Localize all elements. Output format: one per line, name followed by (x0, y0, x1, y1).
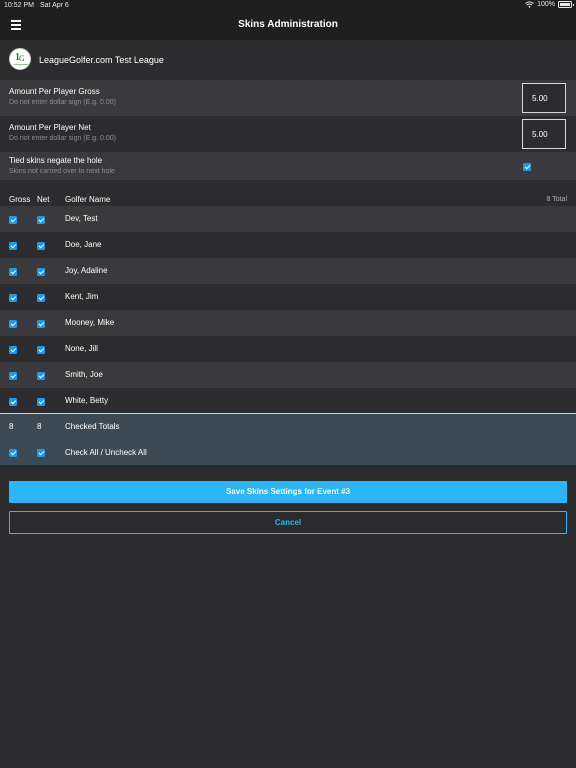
net-checkbox[interactable] (37, 268, 45, 276)
golfer-name: Joy, Adaline (65, 266, 108, 275)
table-row: Smith, Joe (0, 362, 576, 388)
net-checkbox[interactable] (37, 372, 45, 380)
gross-checkbox[interactable] (9, 294, 17, 302)
golfer-name: Dev, Test (65, 214, 98, 223)
tied-skins-hint: Skins not carried over to next hole (9, 168, 115, 175)
golfer-name-column-header: Golfer Name (65, 195, 111, 204)
net-amount-label: Amount Per Player Net (9, 123, 91, 132)
gross-checkbox[interactable] (9, 320, 17, 328)
golfer-name: Smith, Joe (65, 370, 103, 379)
gross-checkbox[interactable] (9, 346, 17, 354)
status-time: 10:52 PM (4, 2, 34, 9)
cancel-button[interactable]: Cancel (9, 511, 567, 534)
net-amount-hint: Do not enter dollar sign (E.g. 0.00) (9, 135, 117, 142)
table-row: Kent, Jim (0, 284, 576, 310)
net-checkbox[interactable] (37, 216, 45, 224)
battery-icon (558, 1, 574, 8)
gross-checked-count: 8 (9, 422, 14, 431)
table-row: Dev, Test (0, 206, 576, 232)
gross-checkbox[interactable] (9, 268, 17, 276)
net-amount-setting: Amount Per Player Net Do not enter dolla… (0, 116, 576, 152)
tied-skins-label: Tied skins negate the hole (9, 156, 103, 165)
golfer-name: None, Jill (65, 344, 98, 353)
net-checkbox[interactable] (37, 320, 45, 328)
status-right: 100% (525, 1, 574, 8)
table-row: White, Betty (0, 388, 576, 414)
wifi-icon (525, 1, 534, 8)
checked-totals-label: Checked Totals (65, 422, 120, 431)
golfer-name: Kent, Jim (65, 292, 99, 301)
table-row: Mooney, Mike (0, 310, 576, 336)
check-all-gross-checkbox[interactable] (9, 449, 17, 457)
table-row: Doe, Jane (0, 232, 576, 258)
league-name: LeagueGolfer.com Test League (39, 55, 164, 65)
net-column-header: Net (37, 195, 50, 204)
gross-column-header: Gross (9, 195, 31, 204)
gross-checkbox[interactable] (9, 242, 17, 250)
save-skins-settings-button[interactable]: Save Skins Settings for Event #3 (9, 481, 567, 503)
golfer-name: Mooney, Mike (65, 318, 115, 327)
net-checkbox[interactable] (37, 242, 45, 250)
status-bar: 10:52 PM Sat Apr 6 100% (0, 0, 576, 12)
battery-percent: 100% (537, 1, 555, 8)
gross-amount-label: Amount Per Player Gross (9, 87, 100, 96)
golfer-name: White, Betty (65, 396, 109, 405)
gross-amount-setting: Amount Per Player Gross Do not enter dol… (0, 80, 576, 116)
table-row: None, Jill (0, 336, 576, 362)
total-count: 8 Total (546, 196, 568, 203)
league-logo: 1G (9, 48, 31, 70)
table-row: Joy, Adaline (0, 258, 576, 284)
gross-checkbox[interactable] (9, 398, 17, 406)
net-checked-count: 8 (37, 422, 42, 431)
net-amount-input[interactable] (522, 119, 566, 149)
golfer-name: Doe, Jane (65, 240, 102, 249)
totals-section: 8 8 Checked Totals Check All / Uncheck A… (0, 413, 576, 465)
net-checkbox[interactable] (37, 398, 45, 406)
tied-skins-checkbox[interactable] (523, 163, 531, 171)
check-all-net-checkbox[interactable] (37, 449, 45, 457)
gross-amount-hint: Do not enter dollar sign (E.g. 0.00) (9, 99, 117, 106)
table-header: Gross Net Golfer Name 8 Total (0, 192, 576, 207)
tied-skins-setting: Tied skins negate the hole Skins not car… (0, 152, 576, 180)
net-checkbox[interactable] (37, 294, 45, 302)
net-checkbox[interactable] (37, 346, 45, 354)
check-all-label: Check All / Uncheck All (65, 448, 147, 457)
gross-checkbox[interactable] (9, 372, 17, 380)
gross-amount-input[interactable] (522, 83, 566, 113)
nav-bar: Skins Administration (0, 12, 576, 40)
gross-checkbox[interactable] (9, 216, 17, 224)
status-date: Sat Apr 6 (40, 2, 69, 9)
page-title: Skins Administration (238, 19, 338, 30)
